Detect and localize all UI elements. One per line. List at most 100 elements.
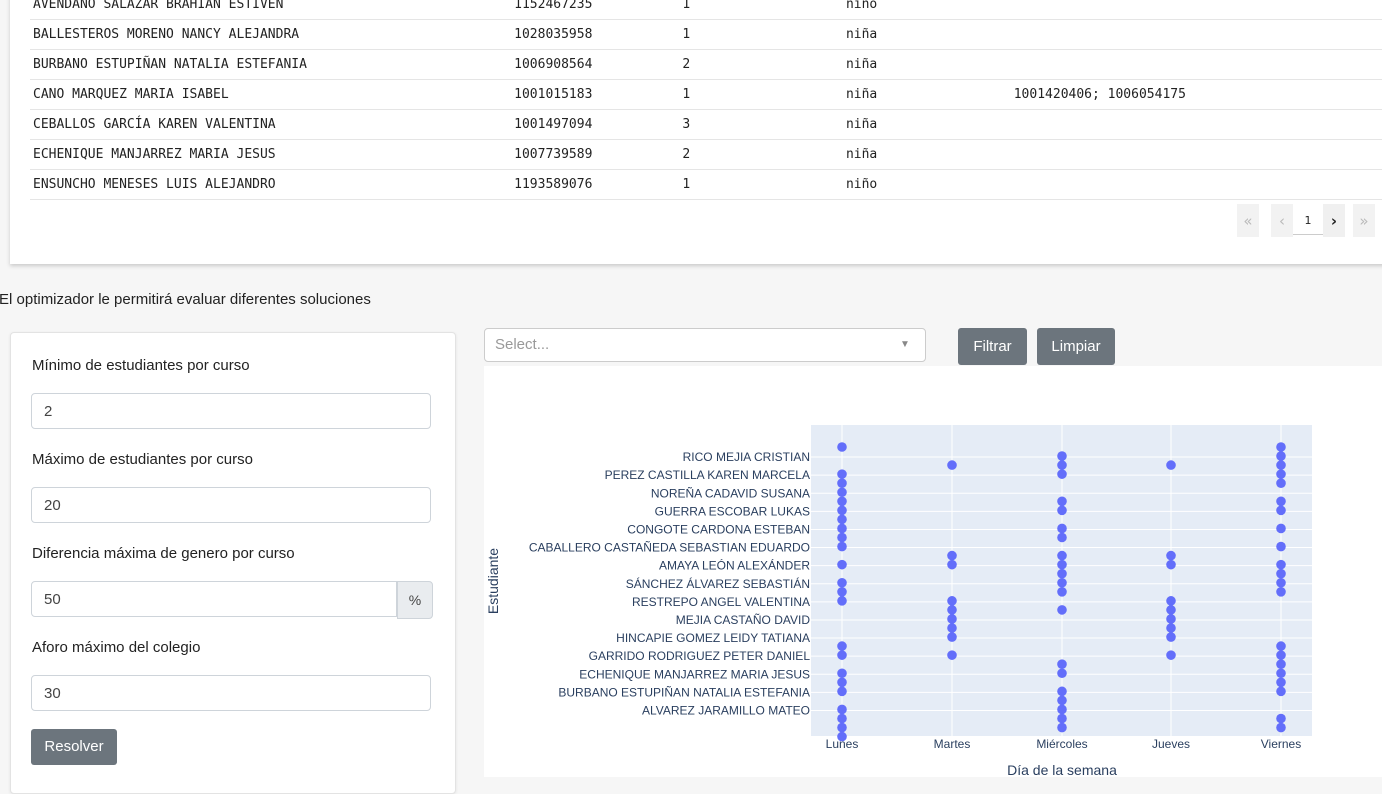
data-point bbox=[1057, 659, 1067, 669]
table-cell: niña bbox=[842, 79, 1011, 110]
x-axis-title: Día de la semana bbox=[1007, 762, 1117, 777]
solve-button[interactable]: Resolver bbox=[31, 729, 117, 765]
y-tick-label: MEJIA CASTAÑO DAVID bbox=[676, 613, 811, 627]
capacity-input[interactable]: 30 bbox=[31, 675, 431, 711]
table-cell: 1001497094 bbox=[511, 109, 680, 140]
data-point bbox=[1057, 704, 1067, 715]
data-point bbox=[837, 532, 847, 543]
x-tick-label: Jueves bbox=[1152, 737, 1190, 751]
y-tick-label: RESTREPO ANGEL VALENTINA bbox=[632, 595, 810, 609]
clear-button[interactable]: Limpiar bbox=[1037, 328, 1115, 365]
table-row: CANO MARQUEZ MARIA ISABEL 1001015183 1 niña… bbox=[30, 79, 1382, 110]
intro-text: El optimizador le permitirá evaluar dife… bbox=[0, 291, 371, 308]
data-point bbox=[1057, 713, 1067, 724]
table-cell bbox=[1010, 169, 1382, 200]
data-point bbox=[1276, 641, 1286, 651]
students-table-body: AVENDAÑO SALAZAR BRAHIAN ESTIVEN 11524672… bbox=[30, 0, 1382, 200]
data-point bbox=[1276, 541, 1286, 552]
capacity-label: Aforo máximo del colegio bbox=[32, 639, 201, 656]
data-point bbox=[1276, 650, 1286, 660]
first-page-button[interactable]: « bbox=[1237, 204, 1259, 237]
data-point bbox=[1057, 523, 1067, 534]
data-point bbox=[947, 559, 957, 570]
chevron-down-icon[interactable]: ▼ bbox=[891, 329, 919, 361]
filter-button[interactable]: Filtrar bbox=[958, 328, 1027, 365]
students-table: AVENDAÑO SALAZAR BRAHIAN ESTIVEN 11524672… bbox=[30, 0, 1382, 200]
data-point bbox=[1276, 568, 1286, 579]
data-point bbox=[837, 496, 847, 507]
data-point bbox=[1057, 686, 1067, 697]
schedule-scatter-plot: RICO MEJIA CRISTIAN PEREZ CASTILLA KAREN … bbox=[485, 425, 1312, 777]
data-point bbox=[1166, 559, 1176, 570]
table-cell: AVENDAÑO SALAZAR BRAHIAN ESTIVEN bbox=[30, 0, 512, 20]
data-point bbox=[1057, 695, 1067, 706]
page-number-input[interactable]: 1 bbox=[1293, 206, 1323, 235]
data-point bbox=[837, 650, 847, 660]
last-page-button[interactable]: » bbox=[1353, 204, 1375, 237]
table-cell: 1 bbox=[679, 79, 843, 110]
table-cell: 1 bbox=[679, 169, 843, 200]
table-cell: 1006908564 bbox=[511, 49, 680, 80]
data-point bbox=[1057, 605, 1067, 615]
data-point bbox=[1276, 460, 1286, 470]
data-point bbox=[1166, 632, 1176, 642]
prev-page-button[interactable]: ‹ bbox=[1271, 204, 1293, 237]
min-students-input[interactable]: 2 bbox=[31, 393, 431, 429]
next-page-button[interactable]: › bbox=[1323, 204, 1345, 237]
data-point bbox=[837, 704, 847, 715]
table-cell: niña bbox=[842, 19, 1011, 50]
data-point bbox=[1276, 722, 1286, 733]
y-axis-title: Estudiante bbox=[485, 548, 501, 614]
gender-diff-input[interactable]: 50 bbox=[31, 581, 397, 617]
data-point bbox=[837, 541, 847, 552]
data-point bbox=[1276, 577, 1286, 588]
y-tick-label: HINCAPIE GOMEZ LEIDY TATIANA bbox=[616, 631, 810, 645]
data-point bbox=[1057, 496, 1067, 507]
y-tick-label: NOREÑA CADAVID SUSANA bbox=[651, 486, 810, 500]
percent-addon: % bbox=[397, 581, 433, 619]
table-cell: CEBALLOS GARCÍA KAREN VALENTINA bbox=[30, 109, 512, 140]
data-point bbox=[837, 731, 847, 742]
x-tick-label: Miércoles bbox=[1036, 737, 1087, 751]
y-tick-label: SÁNCHEZ ÁLVAREZ SEBASTIÁN bbox=[626, 576, 810, 591]
data-point bbox=[1166, 550, 1176, 561]
table-cell: niño bbox=[842, 0, 1011, 20]
data-point bbox=[1276, 469, 1286, 479]
data-point bbox=[1276, 478, 1286, 488]
table-row: AVENDAÑO SALAZAR BRAHIAN ESTIVEN 11524672… bbox=[30, 0, 1382, 20]
data-point bbox=[1057, 469, 1067, 479]
data-point bbox=[837, 442, 847, 452]
data-point bbox=[1276, 559, 1286, 570]
y-tick-label: AMAYA LEÓN ALEXÁNDER bbox=[659, 558, 810, 573]
data-point bbox=[837, 469, 847, 479]
pagination: « ‹ 1 › » bbox=[1234, 204, 1378, 237]
data-point bbox=[837, 478, 847, 488]
data-point bbox=[1276, 668, 1286, 679]
data-point bbox=[1057, 722, 1067, 733]
data-point bbox=[1057, 451, 1067, 461]
data-point bbox=[1276, 677, 1286, 688]
data-point bbox=[1276, 686, 1286, 697]
y-tick-label: CABALLERO CASTAÑEDA SEBASTIAN EDUARDO bbox=[529, 541, 810, 555]
table-cell: 2 bbox=[679, 49, 843, 80]
student-select[interactable]: Select... ▼ bbox=[484, 328, 926, 362]
y-tick-label: BURBANO ESTUPIÑAN NATALIA ESTEFANIA bbox=[558, 685, 810, 699]
max-students-label: Máximo de estudiantes por curso bbox=[32, 451, 253, 468]
data-point bbox=[1057, 505, 1067, 516]
min-students-label: Mínimo de estudiantes por curso bbox=[32, 357, 250, 374]
y-tick-label: GUERRA ESCOBAR LUKAS bbox=[655, 504, 810, 518]
x-tick-label: Viernes bbox=[1261, 737, 1301, 751]
data-point bbox=[837, 686, 847, 697]
student-select-placeholder: Select... bbox=[495, 336, 550, 353]
table-cell: 1 bbox=[679, 0, 843, 20]
data-point bbox=[947, 605, 957, 615]
table-row: ECHENIQUE MANJARREZ MARIA JESUS 100773958… bbox=[30, 139, 1382, 170]
y-tick-label: PEREZ CASTILLA KAREN MARCELA bbox=[605, 468, 810, 482]
table-cell bbox=[1010, 109, 1382, 140]
data-point bbox=[1057, 550, 1067, 561]
schedule-chart: RICO MEJIA CRISTIAN PEREZ CASTILLA KAREN … bbox=[484, 366, 1382, 777]
data-point bbox=[1057, 532, 1067, 543]
data-point bbox=[1276, 523, 1286, 534]
max-students-input[interactable]: 20 bbox=[31, 487, 431, 523]
table-row: BURBANO ESTUPIÑAN NATALIA ESTEFANIA 10069… bbox=[30, 49, 1382, 80]
